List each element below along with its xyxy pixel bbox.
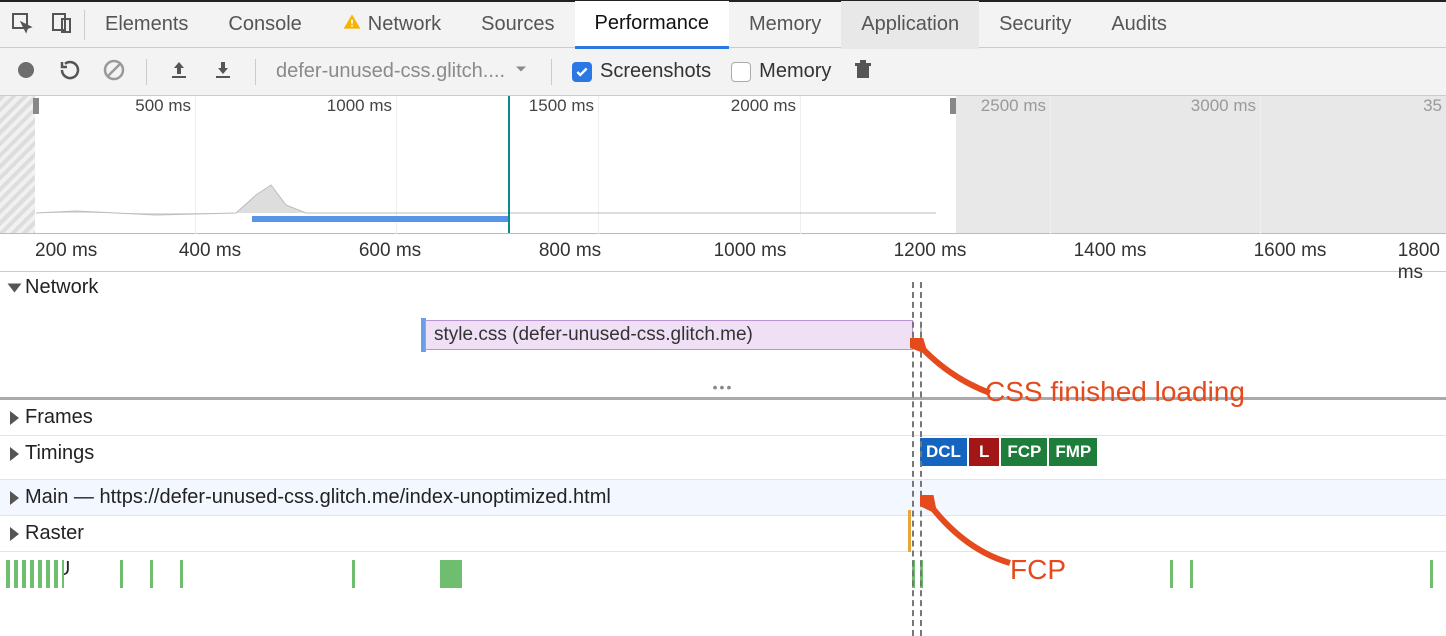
checkbox-checked-icon [572, 62, 592, 82]
ruler-tick: 1000 ms [714, 240, 787, 262]
gpu-activity [920, 560, 923, 588]
raster-label: Raster [25, 522, 84, 545]
clear-icon[interactable] [102, 58, 126, 85]
gpu-activity [180, 560, 183, 588]
network-request-bar[interactable]: style.css (defer-unused-css.glitch.me) [425, 320, 913, 350]
gpu-activity [150, 560, 153, 588]
gpu-activity [120, 560, 123, 588]
tab-memory[interactable]: Memory [729, 1, 841, 49]
tab-performance[interactable]: Performance [575, 1, 730, 49]
disclosure-triangle-icon[interactable] [10, 491, 19, 505]
gpu-activity [1190, 560, 1193, 588]
download-icon[interactable] [211, 58, 235, 85]
inspect-element-icon[interactable] [10, 11, 34, 38]
overview-tick: 3000 ms [1191, 96, 1260, 116]
ruler-tick: 1400 ms [1074, 240, 1147, 262]
tab-elements[interactable]: Elements [85, 1, 208, 49]
ruler-tick: 1200 ms [894, 240, 967, 262]
chevron-down-icon [511, 59, 531, 85]
timing-badge-fcp[interactable]: FCP [1001, 438, 1047, 466]
overview-tick: 2000 ms [731, 96, 800, 116]
overview-span [252, 216, 510, 222]
overview-timeline[interactable]: 500 ms 1000 ms 1500 ms 2000 ms 2500 ms 3… [0, 96, 1446, 234]
recording-select-label: defer-unused-css.glitch.... [276, 60, 505, 83]
main-label: Main — https://defer-unused-css.glitch.m… [25, 486, 611, 509]
gpu-activity [6, 560, 64, 588]
detail-ruler[interactable]: 200 ms 400 ms 600 ms 800 ms 1000 ms 1200… [0, 234, 1446, 272]
overview-tick: 35 [1423, 96, 1446, 116]
timings-track[interactable]: Timings DCL L FCP FMP [0, 436, 1446, 480]
dots-icon[interactable]: ••• [713, 379, 734, 395]
overview-marker [508, 96, 510, 233]
trash-icon[interactable] [851, 58, 875, 85]
network-label: Network [25, 276, 98, 299]
disclosure-triangle-icon[interactable] [8, 283, 22, 292]
timing-badge-fmp[interactable]: FMP [1049, 438, 1097, 466]
timings-label: Timings [25, 442, 94, 465]
screenshots-label: Screenshots [600, 60, 711, 83]
timing-badges: DCL L FCP FMP [920, 438, 1097, 466]
checkbox-unchecked-icon [731, 62, 751, 82]
memory-checkbox[interactable]: Memory [731, 60, 831, 83]
gpu-activity [352, 560, 355, 588]
gpu-activity [440, 560, 462, 588]
performance-toolbar: defer-unused-css.glitch.... Screenshots … [0, 48, 1446, 96]
tab-application[interactable]: Application [841, 1, 979, 49]
tab-console[interactable]: Console [208, 1, 321, 49]
overview-tick: 2500 ms [981, 96, 1050, 116]
gpu-activity [1170, 560, 1173, 588]
tab-network-label: Network [368, 13, 441, 36]
ruler-tick: 800 ms [539, 240, 601, 262]
timing-badge-dcl[interactable]: DCL [920, 438, 967, 466]
overview-tick: 1500 ms [529, 96, 598, 116]
device-toggle-icon[interactable] [50, 11, 74, 38]
disclosure-triangle-icon[interactable] [10, 527, 19, 541]
overview-ticks: 500 ms 1000 ms 1500 ms 2000 ms 2500 ms 3… [0, 96, 1446, 120]
ruler-tick: 400 ms [179, 240, 241, 262]
network-after-tick [920, 322, 922, 346]
record-icon[interactable] [14, 58, 38, 85]
frames-label: Frames [25, 406, 93, 429]
disclosure-triangle-icon[interactable] [10, 447, 19, 461]
recording-select[interactable]: defer-unused-css.glitch.... [276, 59, 531, 85]
screenshots-checkbox[interactable]: Screenshots [572, 60, 711, 83]
tab-sources[interactable]: Sources [461, 1, 574, 49]
overview-tick: 500 ms [135, 96, 195, 116]
gpu-track[interactable]: GPU [0, 552, 1446, 596]
network-request-label: style.css (defer-unused-css.glitch.me) [434, 324, 753, 346]
disclosure-triangle-icon[interactable] [10, 411, 19, 425]
tab-security[interactable]: Security [979, 1, 1091, 49]
tab-network[interactable]: Network [322, 1, 461, 49]
frames-track[interactable]: Frames [0, 400, 1446, 436]
timing-badge-l[interactable]: L [969, 438, 999, 466]
devtools-tabbar: Elements Console Network Sources Perform… [0, 0, 1446, 48]
ruler-tick: 600 ms [359, 240, 421, 262]
ruler-tick: 200 ms [35, 240, 97, 262]
raster-track[interactable]: Raster [0, 516, 1446, 552]
main-track[interactable]: Main — https://defer-unused-css.glitch.m… [0, 480, 1446, 516]
warning-icon [342, 12, 362, 38]
gpu-activity [912, 560, 915, 588]
ruler-tick: 1600 ms [1254, 240, 1327, 262]
tab-audits[interactable]: Audits [1091, 1, 1187, 49]
memory-label: Memory [759, 60, 831, 83]
reload-icon[interactable] [58, 58, 82, 85]
gpu-activity [1430, 560, 1433, 588]
upload-icon[interactable] [167, 58, 191, 85]
network-track[interactable]: Network style.css (defer-unused-css.glit… [0, 272, 1446, 400]
overview-tick: 1000 ms [327, 96, 396, 116]
